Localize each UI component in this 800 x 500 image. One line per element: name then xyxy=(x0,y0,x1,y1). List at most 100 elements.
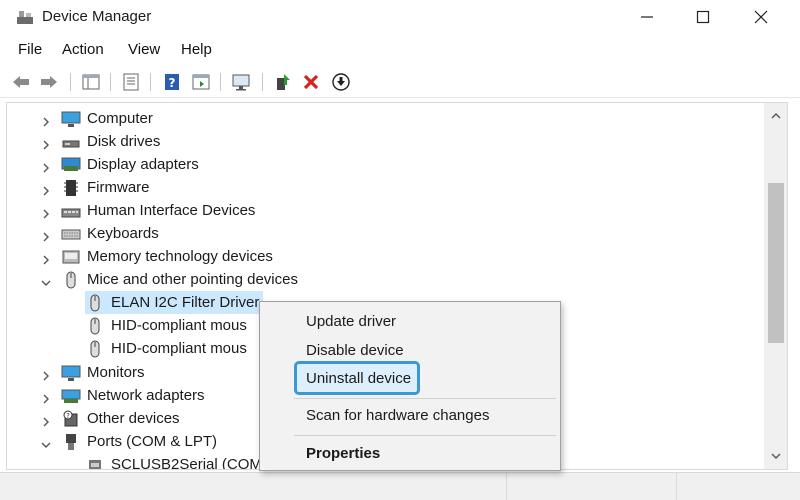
minimize-button[interactable] xyxy=(624,0,670,34)
tree-item-human-interface-devices[interactable]: Human Interface Devices xyxy=(41,199,255,222)
toolbar-separator xyxy=(110,73,111,91)
tree-item-other-devices[interactable]: ? Other devices xyxy=(41,407,180,430)
chevron-right-icon[interactable] xyxy=(41,183,51,196)
action-pane-icon xyxy=(192,74,210,90)
monitor-icon xyxy=(61,364,81,382)
uninstall-icon xyxy=(303,74,319,90)
tree-item-label: Disk drives xyxy=(87,133,161,150)
uninstall-button[interactable] xyxy=(300,71,322,93)
maximize-button[interactable] xyxy=(680,0,726,34)
tree-item-monitors[interactable]: Monitors xyxy=(41,361,145,384)
forward-icon xyxy=(41,76,57,88)
tree-item-label: Mice and other pointing devices xyxy=(87,271,298,288)
tree-item-label: SCLUSB2Serial (COM5 xyxy=(111,456,271,470)
chevron-right-icon[interactable] xyxy=(41,114,51,127)
tree-item-elan-i2c-filter-driver[interactable]: ELAN I2C Filter Driver xyxy=(85,291,264,314)
tree-item-memory-technology-devices[interactable]: Memory technology devices xyxy=(41,245,273,268)
chevron-right-icon[interactable] xyxy=(41,160,51,173)
chevron-down-icon[interactable] xyxy=(41,437,51,448)
tree-item-disk-drives[interactable]: Disk drives xyxy=(41,130,160,153)
menu-bar: File Action View Help xyxy=(0,38,800,62)
menu-item-properties[interactable]: Properties xyxy=(306,445,380,462)
computer-icon xyxy=(61,110,81,128)
tree-item-computer[interactable]: Computer xyxy=(41,107,153,130)
menu-item-disable-device[interactable]: Disable device xyxy=(306,342,404,359)
chevron-right-icon[interactable] xyxy=(41,137,51,150)
port-icon xyxy=(61,433,81,451)
menu-action[interactable]: Action xyxy=(62,41,104,58)
tree-item-firmware[interactable]: Firmware xyxy=(41,176,150,199)
forward-button[interactable] xyxy=(38,71,60,93)
menu-help[interactable]: Help xyxy=(181,41,212,58)
toolbar: ? xyxy=(0,66,800,98)
context-menu: Update driver Disable device Uninstall d… xyxy=(259,301,561,471)
action-pane-button[interactable] xyxy=(190,71,212,93)
chevron-right-icon[interactable] xyxy=(41,206,51,219)
help-button[interactable]: ? xyxy=(161,71,183,93)
help-icon: ? xyxy=(165,74,179,90)
tree-item-mice[interactable]: Mice and other pointing devices xyxy=(41,268,298,291)
disk-drive-icon xyxy=(61,133,81,151)
svg-text:?: ? xyxy=(66,412,70,420)
window-title: Device Manager xyxy=(42,8,152,25)
firmware-chip-icon xyxy=(61,179,81,197)
status-segment xyxy=(676,473,677,500)
scroll-up-button[interactable] xyxy=(764,107,788,125)
mouse-icon xyxy=(61,271,81,289)
tree-item-label: HID-compliant mous xyxy=(111,317,247,334)
toolbar-separator xyxy=(262,73,263,91)
tree-item-display-adapters[interactable]: Display adapters xyxy=(41,153,199,176)
tree-item-hid-compliant-mouse[interactable]: HID-compliant mous xyxy=(85,314,247,337)
tree-item-keyboards[interactable]: Keyboards xyxy=(41,222,159,245)
tree-item-hid-compliant-mouse[interactable]: HID-compliant mous xyxy=(85,337,247,360)
toolbar-separator xyxy=(150,73,151,91)
tree-item-label: Firmware xyxy=(87,179,150,196)
status-bar xyxy=(0,472,800,500)
hid-icon xyxy=(61,202,81,220)
maximize-icon xyxy=(696,10,710,24)
tree-item-label: Network adapters xyxy=(87,387,205,404)
menu-file[interactable]: File xyxy=(18,41,42,58)
network-adapter-icon xyxy=(61,387,81,405)
memory-card-icon xyxy=(61,248,81,266)
tree-item-label: Display adapters xyxy=(87,156,199,173)
mouse-icon xyxy=(85,294,105,312)
menu-view[interactable]: View xyxy=(128,41,160,58)
minimize-icon xyxy=(641,16,653,18)
back-button[interactable] xyxy=(10,71,32,93)
chevron-up-icon xyxy=(771,113,781,119)
chevron-right-icon[interactable] xyxy=(41,391,51,404)
tree-item-ports[interactable]: Ports (COM & LPT) xyxy=(41,430,217,453)
menu-separator xyxy=(294,398,556,399)
tree-item-label: Keyboards xyxy=(87,225,159,242)
status-segment xyxy=(506,473,507,500)
tree-item-label: Human Interface Devices xyxy=(87,202,256,219)
chevron-right-icon[interactable] xyxy=(41,229,51,242)
tree-item-sclusb2serial[interactable]: SCLUSB2Serial (COM5 xyxy=(85,453,271,470)
scroll-thumb[interactable] xyxy=(768,183,784,343)
chevron-down-icon[interactable] xyxy=(41,275,51,286)
show-hide-console-button[interactable] xyxy=(80,71,102,93)
tree-item-network-adapters[interactable]: Network adapters xyxy=(41,384,205,407)
scan-hardware-button[interactable] xyxy=(230,71,252,93)
port-icon xyxy=(85,456,105,469)
svg-text:?: ? xyxy=(169,76,176,90)
back-icon xyxy=(13,76,29,88)
menu-item-uninstall-device[interactable]: Uninstall device xyxy=(306,370,411,387)
mouse-icon xyxy=(85,317,105,335)
close-button[interactable] xyxy=(738,0,784,34)
tree-item-label: ELAN I2C Filter Driver xyxy=(111,294,260,311)
chevron-right-icon[interactable] xyxy=(41,252,51,265)
enable-device-button[interactable] xyxy=(330,71,352,93)
menu-item-update-driver[interactable]: Update driver xyxy=(306,313,396,330)
chevron-right-icon[interactable] xyxy=(41,368,51,381)
scroll-down-button[interactable] xyxy=(764,447,788,465)
chevron-right-icon[interactable] xyxy=(41,414,51,427)
download-icon xyxy=(332,73,350,91)
vertical-scrollbar[interactable] xyxy=(764,102,788,470)
menu-item-scan-hardware-changes[interactable]: Scan for hardware changes xyxy=(306,407,489,424)
update-driver-button[interactable] xyxy=(272,71,294,93)
tree-item-label: Computer xyxy=(87,110,153,127)
device-list-button[interactable] xyxy=(120,71,142,93)
device-list-icon xyxy=(123,73,139,91)
